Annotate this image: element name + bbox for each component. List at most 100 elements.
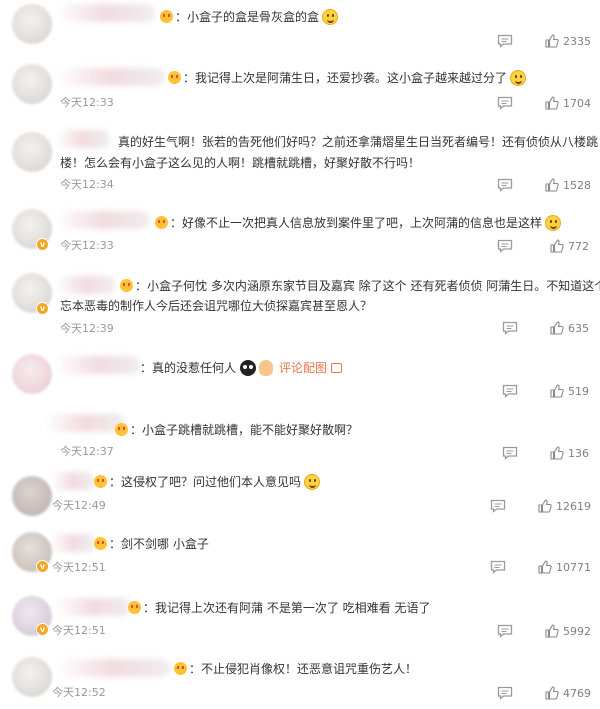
comment-text: 小盒子跳槽就跳槽，能不能好聚好散啊？: [142, 423, 359, 437]
reply-icon[interactable]: [497, 239, 513, 253]
comment-text: 不止侵犯肖像权！还恶意诅咒重伤艺人！: [201, 662, 418, 676]
like-count: 12619: [556, 500, 591, 513]
thumbs-up-icon: [545, 96, 559, 110]
username-blurred[interactable]: [55, 130, 110, 148]
sweat-emoji-icon: [304, 474, 321, 490]
like-count: 1704: [563, 97, 591, 110]
like-count: 1528: [563, 179, 591, 192]
reply-icon[interactable]: [490, 499, 506, 513]
reply-icon[interactable]: [497, 686, 513, 700]
thumbs-up-icon: [550, 384, 564, 398]
fan-badge-icon: [94, 537, 107, 550]
like-count: 2335: [563, 35, 591, 48]
reply-icon[interactable]: [497, 96, 513, 110]
fan-badge-icon: [160, 10, 173, 23]
thumbs-up-icon: [550, 239, 564, 253]
thumbs-up-icon: [538, 560, 552, 574]
fan-badge-icon: [168, 71, 181, 84]
comment-text-line1: 小盒子何忱 多次内涵原东家节目及嘉宾 除了这个 还有死者侦侦 阿蒲生日。不知道这…: [147, 279, 600, 293]
comment-text-line2: 忘本恶毒的制作人今后还会诅咒哪位大侦探嘉宾甚至恩人？: [60, 299, 373, 313]
comment-time: 今天12:51: [52, 561, 106, 574]
comment-time: 今天12:52: [52, 686, 106, 699]
verified-badge-icon: v: [36, 623, 49, 636]
like-button[interactable]: 1704: [545, 96, 591, 112]
grin-emoji-icon: [510, 70, 527, 86]
like-count: 772: [568, 240, 589, 253]
username-blurred[interactable]: [55, 276, 115, 294]
avatar[interactable]: [12, 476, 52, 516]
like-button[interactable]: 519: [550, 384, 589, 400]
comment-image-link[interactable]: 评论配图: [279, 361, 343, 375]
username-blurred[interactable]: [55, 211, 150, 229]
like-button[interactable]: 1528: [545, 178, 591, 194]
username-blurred[interactable]: [55, 598, 130, 616]
like-button[interactable]: 772: [550, 239, 589, 255]
like-count: 4769: [563, 687, 591, 700]
avatar[interactable]: [12, 657, 52, 697]
reply-icon[interactable]: [497, 34, 513, 48]
thumbs-up-icon: [550, 321, 564, 335]
thumbs-up-icon: [538, 499, 552, 513]
comment-text: 我记得上次还有阿蒲 不是第一次了 吃相难看 无语了: [155, 601, 431, 615]
reply-icon[interactable]: [497, 178, 513, 192]
comment-text: 剑不剑哪 小盒子: [121, 537, 209, 551]
like-count: 519: [568, 385, 589, 398]
comment-time: 今天12:49: [52, 499, 106, 512]
comment-text: 真的没惹任何人: [152, 361, 237, 375]
fan-badge-icon: [115, 423, 128, 436]
fan-badge-icon: [128, 601, 141, 614]
fan-badge-icon: [155, 216, 168, 229]
like-button[interactable]: 12619: [538, 499, 591, 515]
like-button[interactable]: 5992: [545, 624, 591, 640]
fan-badge-icon: [174, 662, 187, 675]
like-button[interactable]: 2335: [545, 34, 591, 50]
reply-icon[interactable]: [502, 321, 518, 335]
image-icon: [331, 363, 343, 373]
panda-emoji-icon: [240, 360, 257, 376]
like-button[interactable]: 136: [550, 446, 589, 462]
avatar[interactable]: [12, 354, 52, 394]
comment-time: 今天12:51: [52, 624, 106, 637]
thumbs-up-icon: [545, 178, 559, 192]
like-button[interactable]: 635: [550, 321, 589, 337]
victory-hand-icon: [259, 360, 274, 376]
comment-text: 这侵权了吧？问过他们本人意见吗: [121, 475, 302, 489]
fan-badge-icon: [120, 279, 133, 292]
verified-badge-icon: v: [36, 238, 49, 251]
reply-icon[interactable]: [502, 446, 518, 460]
verified-badge-icon: v: [36, 302, 49, 315]
comment-time: 今天12:37: [60, 445, 114, 458]
like-button[interactable]: 10771: [538, 560, 591, 576]
username-blurred[interactable]: [55, 356, 140, 374]
comment-text-line2: 楼！怎么会有小盒子这么见的人啊！跳槽就跳槽，好聚好散不行吗！: [60, 156, 421, 170]
username-blurred[interactable]: [50, 472, 95, 490]
like-button[interactable]: 4769: [545, 686, 591, 702]
angry-emoji-icon: [545, 215, 562, 231]
reply-icon[interactable]: [490, 560, 506, 574]
username-blurred[interactable]: [45, 414, 125, 432]
fan-badge-icon: [94, 475, 107, 488]
thumbs-up-icon: [545, 34, 559, 48]
like-count: 136: [568, 447, 589, 460]
thumbs-up-icon: [545, 624, 559, 638]
avatar[interactable]: [12, 4, 52, 44]
verified-badge-icon: v: [36, 560, 49, 573]
thumbs-up-icon: [550, 446, 564, 460]
comment-time: 今天12:39: [60, 322, 114, 335]
comment-time: 今天12:33: [60, 96, 114, 109]
username-blurred[interactable]: [55, 68, 165, 86]
reply-icon[interactable]: [497, 624, 513, 638]
avatar[interactable]: [12, 64, 52, 104]
comment-text-line1: 真的好生气啊！张若的告死他们好吗？之前还拿蒲熠星生日当死者编号！还有侦侦从八楼跳: [118, 135, 599, 149]
username-blurred[interactable]: [50, 534, 95, 552]
username-blurred[interactable]: [55, 4, 155, 22]
comment-list: ：小盒子的盒是骨灰盒的盒 2335 ：我记得上次是阿蒲生日，还爱抄袭。这小盒子越…: [0, 0, 600, 709]
like-count: 5992: [563, 625, 591, 638]
avatar[interactable]: [12, 132, 52, 172]
comment-text: 好像不止一次把真人信息放到案件里了吧，上次阿蒲的信息也是这样: [182, 216, 543, 230]
username-blurred[interactable]: [55, 659, 170, 677]
comment-time: 今天12:33: [60, 239, 114, 252]
smile-emoji-icon: [322, 9, 339, 25]
reply-icon[interactable]: [502, 384, 518, 398]
comment-text: 小盒子的盒是骨灰盒的盒: [187, 10, 320, 24]
